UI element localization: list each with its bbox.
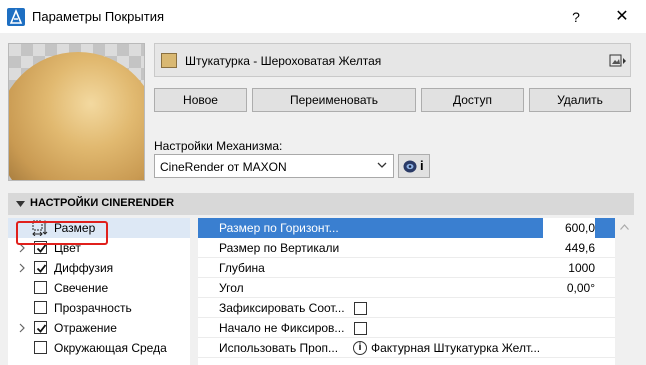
collapse-arrow-icon xyxy=(16,201,25,207)
cinerender-icon xyxy=(403,160,417,173)
info-icon[interactable]: i xyxy=(353,341,367,355)
prop-label: Глубина xyxy=(219,261,265,275)
rename-button[interactable]: Переименовать xyxy=(252,88,416,112)
prop-value[interactable]: 0,00° xyxy=(567,281,595,295)
chevron-down-icon xyxy=(377,162,387,168)
channel-checkbox[interactable] xyxy=(34,321,47,334)
properties-panel: Размер по Горизонт... 600,0 Размер по Ве… xyxy=(198,218,615,365)
prop-value[interactable]: 1000 xyxy=(568,261,595,275)
cinerender-settings-header[interactable]: НАСТРОЙКИ CINERENDER xyxy=(8,193,634,215)
prop-row-keep-ratio[interactable]: Зафиксировать Соот... xyxy=(198,298,615,318)
highlight-outline xyxy=(16,221,108,245)
tree-item-label: Окружающая Среда xyxy=(54,341,167,355)
properties-scrollbar[interactable] xyxy=(615,218,634,365)
surface-picker-icon[interactable] xyxy=(609,53,627,69)
chevron-right-icon[interactable] xyxy=(19,323,26,333)
scroll-up-icon[interactable] xyxy=(620,224,629,230)
prop-row-vertical-size[interactable]: Размер по Вертикали 449,6 xyxy=(198,238,615,258)
prop-label: Угол xyxy=(219,281,244,295)
new-button[interactable]: Новое xyxy=(154,88,247,112)
delete-button[interactable]: Удалить xyxy=(529,88,631,112)
tree-item-transparency[interactable]: Прозрачность xyxy=(8,298,190,318)
chevron-right-icon[interactable] xyxy=(19,263,26,273)
tree-item-diffusion[interactable]: Диффузия xyxy=(8,258,190,278)
prop-row-use-proportions[interactable]: Использовать Проп... i Фактурная Штукату… xyxy=(198,338,615,358)
tree-item-label: Диффузия xyxy=(54,261,114,275)
info-icon: i xyxy=(420,158,424,173)
tree-item-reflection[interactable]: Отражение xyxy=(8,318,190,338)
engine-select[interactable]: CineRender от MAXON xyxy=(154,154,394,178)
prop-label: Размер по Горизонт... xyxy=(219,221,339,235)
tree-item-label: Прозрачность xyxy=(54,301,132,315)
channel-checkbox[interactable] xyxy=(34,301,47,314)
title-bar: Параметры Покрытия ? ✕ xyxy=(0,0,646,33)
close-button[interactable]: ✕ xyxy=(605,4,639,30)
surface-name: Штукатурка - Шероховатая Желтая xyxy=(185,54,382,68)
tree-item-luminance[interactable]: Свечение xyxy=(8,278,190,298)
tree-item-label: Свечение xyxy=(54,281,109,295)
selection-accent xyxy=(595,218,615,238)
channel-checkbox[interactable] xyxy=(34,341,47,354)
prop-linked-texture: Фактурная Штукатурка Желт... xyxy=(371,341,541,355)
surface-color-swatch xyxy=(161,53,177,68)
tree-item-environment[interactable]: Окружающая Среда xyxy=(8,338,190,358)
prop-row-horizontal-size[interactable]: Размер по Горизонт... 600,0 xyxy=(198,218,615,238)
section-title: НАСТРОЙКИ CINERENDER xyxy=(30,197,175,209)
prop-checkbox[interactable] xyxy=(354,302,367,315)
engine-settings-label: Настройки Механизма: xyxy=(154,139,283,153)
prop-value[interactable]: 449,6 xyxy=(565,241,595,255)
prop-row-angle[interactable]: Угол 0,00° xyxy=(198,278,615,298)
preview-sphere xyxy=(9,52,144,180)
engine-info-button[interactable]: i xyxy=(398,154,430,178)
surface-preview xyxy=(8,43,145,181)
prop-row-origin-not-fixed[interactable]: Начало не Фиксиров... xyxy=(198,318,615,338)
channel-checkbox[interactable] xyxy=(34,281,47,294)
prop-label: Зафиксировать Соот... xyxy=(219,301,345,315)
tree-item-label: Отражение xyxy=(54,321,117,335)
prop-label: Использовать Проп... xyxy=(219,341,339,355)
channel-checkbox[interactable] xyxy=(34,261,47,274)
access-button[interactable]: Доступ xyxy=(421,88,524,112)
prop-label: Размер по Вертикали xyxy=(219,241,340,255)
prop-label: Начало не Фиксиров... xyxy=(219,321,345,335)
engine-select-value: CineRender от MAXON xyxy=(160,160,287,174)
archicad-app-icon xyxy=(7,8,25,26)
prop-row-depth[interactable]: Глубина 1000 xyxy=(198,258,615,278)
dialog-content: Штукатурка - Шероховатая Желтая Новое Пе… xyxy=(0,33,646,365)
prop-checkbox[interactable] xyxy=(354,322,367,335)
help-button[interactable]: ? xyxy=(560,4,592,30)
surface-name-field[interactable]: Штукатурка - Шероховатая Желтая xyxy=(154,43,631,77)
prop-value: 600,0 xyxy=(564,221,595,235)
window-title: Параметры Покрытия xyxy=(32,9,164,24)
